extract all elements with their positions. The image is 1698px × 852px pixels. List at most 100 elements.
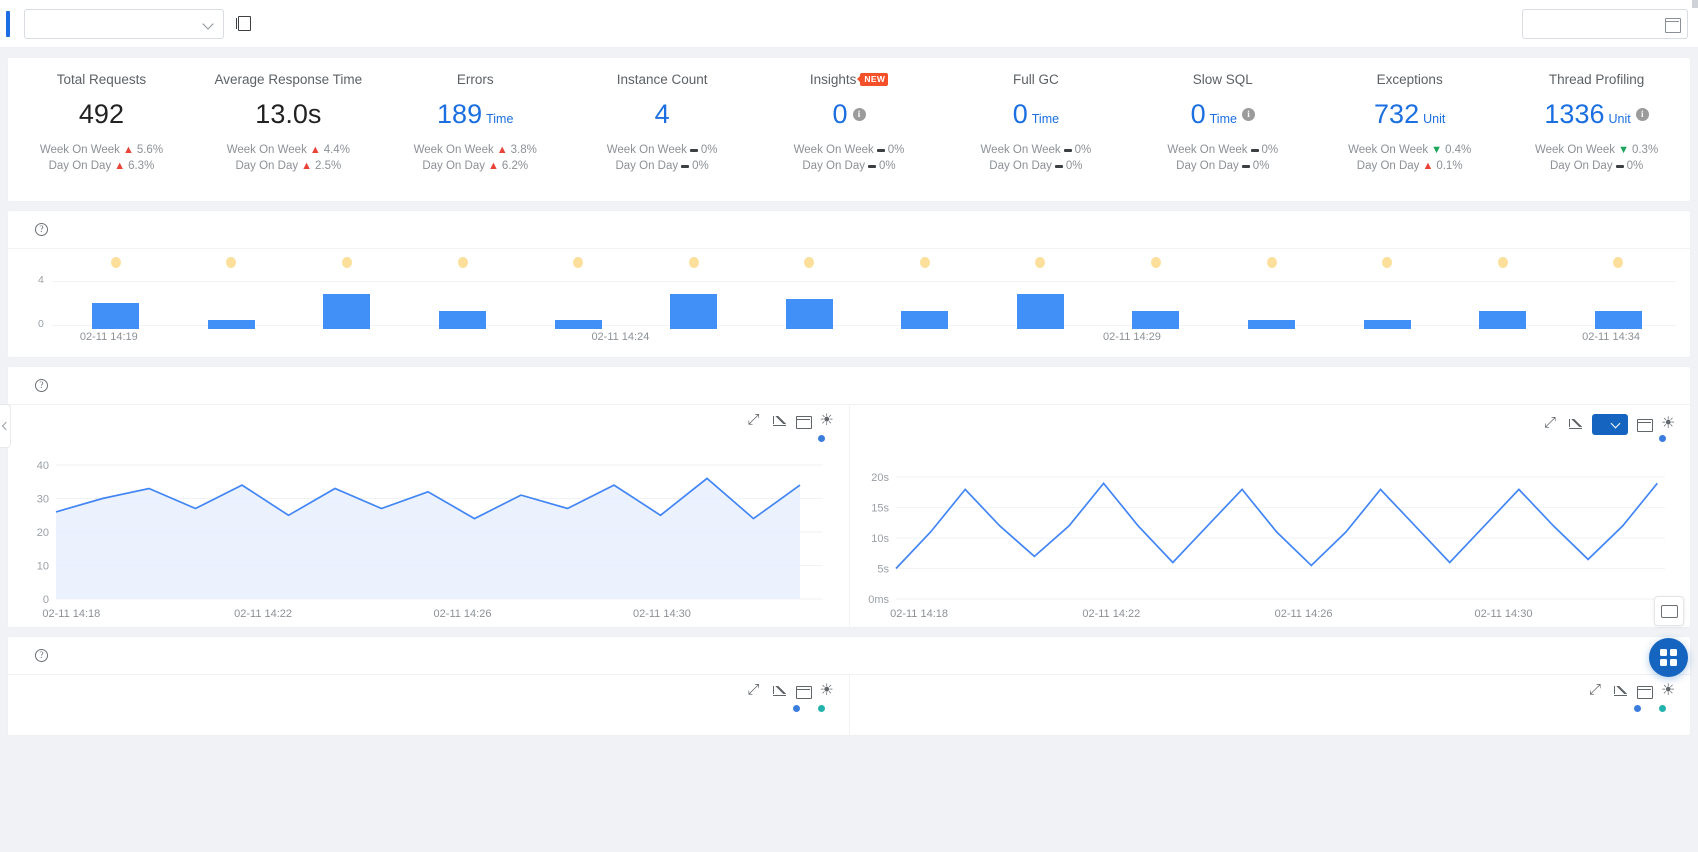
y-axis-tick: 20s bbox=[871, 472, 889, 484]
bar[interactable] bbox=[785, 299, 833, 329]
legend-item[interactable] bbox=[1659, 435, 1670, 442]
metric-card[interactable]: Average Response Time 13.0s Week On Week ▲ 4… bbox=[195, 58, 382, 201]
legend-item[interactable] bbox=[817, 435, 829, 442]
highlight-icon[interactable] bbox=[1661, 413, 1676, 433]
help-icon[interactable]: ? bbox=[35, 649, 48, 662]
event-marker-dot[interactable] bbox=[1035, 257, 1046, 268]
bar[interactable] bbox=[92, 302, 140, 329]
event-marker-dot[interactable] bbox=[226, 257, 237, 268]
legend-color-swatch bbox=[1634, 705, 1641, 712]
legend-item[interactable] bbox=[1659, 705, 1670, 712]
y-axis-tick: 20 bbox=[37, 527, 49, 539]
bar-column bbox=[983, 257, 1099, 329]
chart-toolbar bbox=[1544, 413, 1676, 435]
bar-column bbox=[751, 257, 867, 329]
metric-card[interactable]: Full GC 0 Time Week On Week 0% Day On Day 0% bbox=[942, 58, 1129, 201]
event-marker-dot[interactable] bbox=[341, 257, 352, 268]
trend-flat-icon bbox=[1054, 164, 1063, 168]
help-icon[interactable]: ? bbox=[35, 379, 48, 392]
line-chart-icon[interactable] bbox=[772, 414, 787, 429]
event-marker-dot[interactable] bbox=[1382, 257, 1393, 268]
application-events-header: ? bbox=[8, 211, 1690, 249]
bar[interactable] bbox=[1594, 311, 1642, 329]
table-icon[interactable] bbox=[1637, 417, 1653, 432]
metric-card[interactable]: Exceptions 732 Unit Week On Week ▼ 0.4% Day On… bbox=[1316, 58, 1503, 201]
bar[interactable] bbox=[670, 293, 718, 329]
metric-card[interactable]: Instance Count 4 Week On Week 0% Day On Day 0… bbox=[569, 58, 756, 201]
info-icon[interactable]: i bbox=[1635, 108, 1649, 121]
highlight-icon[interactable] bbox=[820, 680, 835, 700]
info-icon[interactable]: i bbox=[1241, 108, 1255, 121]
day-on-day-value: 0% bbox=[692, 160, 709, 172]
legend-item[interactable] bbox=[817, 705, 829, 712]
new-badge: NEW bbox=[857, 72, 889, 87]
chart-toolbar bbox=[748, 680, 835, 700]
metric-unit: Time bbox=[486, 112, 514, 126]
x-axis-tick: 02-11 14:22 bbox=[234, 608, 292, 620]
event-marker-dot[interactable] bbox=[1266, 257, 1277, 268]
bar[interactable] bbox=[1363, 320, 1411, 329]
x-axis-tick: 02-11 14:26 bbox=[1274, 608, 1332, 620]
day-on-day-label: Day On Day bbox=[802, 160, 866, 172]
event-marker-dot[interactable] bbox=[1613, 257, 1624, 268]
event-marker-dot[interactable] bbox=[1497, 257, 1508, 268]
event-marker-dot[interactable] bbox=[1150, 257, 1161, 268]
bar[interactable] bbox=[207, 320, 255, 329]
quantile-dropdown[interactable] bbox=[1592, 414, 1628, 435]
bar[interactable] bbox=[1479, 311, 1527, 329]
table-icon[interactable] bbox=[795, 684, 812, 699]
metric-card[interactable]: Total Requests 492 Week On Week ▲ 5.6% Day On… bbox=[8, 58, 195, 201]
event-marker-dot[interactable] bbox=[919, 257, 930, 268]
bar[interactable] bbox=[1248, 320, 1296, 329]
week-on-week-label: Week On Week bbox=[226, 144, 307, 156]
table-icon[interactable] bbox=[1637, 684, 1653, 699]
line-chart-icon[interactable] bbox=[772, 684, 787, 699]
line-chart-icon[interactable] bbox=[1613, 684, 1628, 699]
event-marker-dot[interactable] bbox=[804, 257, 815, 268]
bar[interactable] bbox=[1132, 311, 1180, 329]
metric-card[interactable]: Thread Profiling 1336 Unit i Week On Week ▼ 0.… bbox=[1503, 58, 1690, 201]
bar[interactable] bbox=[901, 311, 949, 329]
bar[interactable] bbox=[554, 320, 602, 329]
highlight-icon[interactable] bbox=[1661, 680, 1676, 700]
highlight-icon[interactable] bbox=[820, 410, 835, 430]
scrollbar[interactable] bbox=[1692, 0, 1698, 8]
metric-value: 492 bbox=[78, 99, 124, 129]
metric-card[interactable]: Errors 189 Time Week On Week ▲ 3.8% Day On Day… bbox=[382, 58, 569, 201]
expand-icon[interactable] bbox=[1589, 681, 1604, 699]
legend-item[interactable] bbox=[1634, 705, 1645, 712]
time-range-picker[interactable] bbox=[1522, 9, 1688, 39]
expand-icon[interactable] bbox=[748, 411, 763, 429]
event-marker-dot[interactable] bbox=[110, 257, 121, 268]
metric-unit: Unit bbox=[1423, 112, 1446, 126]
info-icon[interactable]: i bbox=[852, 108, 866, 121]
expand-icon[interactable] bbox=[748, 681, 763, 699]
chat-icon[interactable] bbox=[1654, 596, 1684, 626]
application-selector[interactable] bbox=[24, 8, 224, 39]
copy-icon[interactable] bbox=[236, 16, 251, 31]
bar[interactable] bbox=[323, 293, 371, 329]
grid-apps-icon[interactable] bbox=[1649, 638, 1688, 677]
collapse-left-icon[interactable] bbox=[0, 404, 11, 448]
help-icon[interactable]: ? bbox=[35, 223, 48, 236]
bar[interactable] bbox=[439, 311, 487, 329]
line-chart-icon[interactable] bbox=[1568, 417, 1583, 432]
application-events-chart: 4 0 02-11 14:19 02-11 14:24 02-11 14:29 02-11… bbox=[8, 249, 1690, 357]
event-marker-dot[interactable] bbox=[573, 257, 584, 268]
bar[interactable] bbox=[1016, 293, 1064, 329]
data-line-http-entry[interactable] bbox=[894, 481, 1658, 570]
event-marker-dot[interactable] bbox=[457, 257, 468, 268]
metric-card[interactable]: Slow SQL 0 Time i Week On Week 0% Day On Day 0% bbox=[1129, 58, 1316, 201]
application-dependent-services-panel: ? bbox=[8, 637, 1690, 735]
table-icon[interactable] bbox=[795, 414, 812, 429]
day-on-day-row: Day On Day ▲ 6.2% bbox=[422, 160, 528, 172]
event-marker-dot[interactable] bbox=[688, 257, 699, 268]
legend-item[interactable] bbox=[792, 705, 804, 712]
expand-icon[interactable] bbox=[1544, 414, 1559, 432]
day-on-day-label: Day On Day bbox=[989, 160, 1052, 172]
application-service-avg-response-time-svg: 0ms 5s 10s 15s 20s 02-11 14:18 02-11 14:22 02-1… bbox=[868, 472, 1665, 620]
week-on-week-value: 0.3% bbox=[1631, 144, 1659, 156]
chart-legend bbox=[1634, 705, 1670, 712]
trend-up-icon: ▲ bbox=[487, 160, 499, 172]
metric-card[interactable]: Insights NEW 0 i Week On Week 0% Day On Day 0% bbox=[756, 58, 943, 201]
